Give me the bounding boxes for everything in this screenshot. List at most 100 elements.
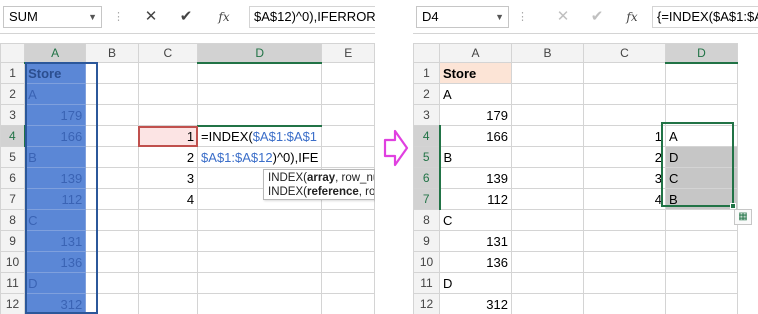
column-header-a[interactable]: A — [439, 43, 512, 63]
row-header[interactable]: 7 — [413, 188, 441, 210]
select-all-corner[interactable] — [413, 43, 440, 63]
cell-e12[interactable] — [321, 293, 375, 314]
cell-c9[interactable] — [583, 230, 666, 252]
tooltip-arg-2[interactable]: reference — [307, 186, 359, 198]
row-header[interactable]: 12 — [0, 293, 26, 314]
insert-function-icon[interactable]: fx — [622, 7, 642, 27]
row-header[interactable]: 8 — [413, 209, 440, 231]
cell-d5[interactable]: D — [665, 146, 738, 168]
cell-e8[interactable] — [321, 209, 375, 231]
cell-a10[interactable]: 136 — [439, 251, 512, 273]
cell-b3[interactable] — [85, 104, 139, 126]
row-header[interactable]: 2 — [413, 83, 440, 105]
cell-a2[interactable]: A — [439, 83, 512, 105]
cell-e10[interactable] — [321, 251, 375, 273]
cell-c11[interactable] — [583, 272, 666, 294]
cell-e2[interactable] — [321, 83, 375, 105]
cell-c12[interactable] — [137, 293, 199, 314]
name-box[interactable]: SUM ▼ — [3, 6, 102, 28]
cell-c4[interactable]: 1 — [583, 125, 666, 147]
cell-d4[interactable]: =INDEX($A$1:$A$1 — [197, 124, 323, 147]
cell-a12[interactable]: 312 — [439, 293, 512, 314]
cell-a6[interactable]: 139 — [24, 167, 87, 189]
cell-e5[interactable] — [321, 146, 375, 168]
column-header-b[interactable]: B — [85, 43, 139, 63]
cell-c3[interactable] — [137, 104, 199, 126]
cell-d12[interactable] — [665, 293, 738, 314]
cell-a1[interactable]: Store — [24, 62, 87, 84]
column-header-d[interactable]: D — [665, 43, 738, 64]
cell-d10[interactable] — [197, 251, 323, 273]
cell-c8[interactable] — [583, 209, 666, 231]
cell-d11[interactable] — [665, 272, 738, 294]
cell-d1[interactable] — [197, 62, 323, 84]
cell-edit-line-2[interactable]: $A$1:$A$12)^0),IFE — [201, 150, 318, 165]
cell-d4[interactable]: A — [665, 125, 738, 147]
cell-a4[interactable]: 166 — [439, 125, 512, 147]
cell-c7[interactable]: 4 — [583, 188, 666, 210]
cell-d8[interactable] — [197, 209, 323, 231]
cell-b6[interactable] — [85, 167, 139, 189]
row-header[interactable]: 11 — [0, 272, 26, 294]
row-header[interactable]: 12 — [413, 293, 440, 314]
enter-checkmark-icon[interactable]: ✔ — [587, 7, 607, 27]
cell-d3[interactable] — [665, 104, 738, 126]
cancel-icon[interactable]: ✕ — [141, 7, 161, 27]
cell-d5[interactable]: $A$1:$A$12)^0),IFE — [197, 146, 323, 168]
cell-b11[interactable] — [85, 272, 139, 294]
cell-a11[interactable]: D — [24, 272, 87, 294]
enter-checkmark-icon[interactable]: ✔ — [176, 7, 196, 27]
chevron-down-icon[interactable]: ▼ — [495, 7, 504, 27]
insert-function-icon[interactable]: fx — [214, 7, 234, 27]
row-header[interactable]: 9 — [0, 230, 26, 252]
cell-c1[interactable] — [583, 62, 666, 84]
cell-b4[interactable] — [511, 125, 584, 147]
cell-a3[interactable]: 179 — [439, 104, 512, 126]
row-header[interactable]: 10 — [413, 251, 440, 273]
cell-a9[interactable]: 131 — [439, 230, 512, 252]
cell-b10[interactable] — [85, 251, 139, 273]
cell-c10[interactable] — [137, 251, 199, 273]
cell-c5[interactable]: 2 — [137, 146, 199, 168]
cell-b7[interactable] — [85, 188, 139, 210]
row-header[interactable]: 8 — [0, 209, 26, 231]
cell-c7[interactable]: 4 — [137, 188, 199, 210]
cell-c2[interactable] — [583, 83, 666, 105]
cell-a4[interactable]: 166 — [24, 125, 87, 147]
row-header[interactable]: 5 — [413, 146, 441, 168]
cell-c8[interactable] — [137, 209, 199, 231]
cell-c5[interactable]: 2 — [583, 146, 666, 168]
column-header-b[interactable]: B — [511, 43, 584, 63]
cell-b7[interactable] — [511, 188, 584, 210]
cell-b9[interactable] — [85, 230, 139, 252]
cancel-icon[interactable]: ✕ — [553, 7, 573, 27]
chevron-down-icon[interactable]: ▼ — [88, 7, 97, 27]
cell-d6[interactable]: C — [665, 167, 738, 189]
row-header[interactable]: 7 — [0, 188, 26, 210]
cell-d9[interactable] — [197, 230, 323, 252]
cell-d1[interactable] — [665, 62, 738, 84]
worksheet-grid[interactable]: A B C D 1 Store 2 A 3 179 4 166 1 A 5 B 2 D 6 139 3 C 7 112… — [413, 43, 738, 314]
cell-a6[interactable]: 139 — [439, 167, 512, 189]
cell-b1[interactable] — [85, 62, 139, 84]
row-header[interactable]: 4 — [0, 125, 26, 147]
cell-a7[interactable]: 112 — [24, 188, 87, 210]
cell-b8[interactable] — [511, 209, 584, 231]
column-header-e[interactable]: E — [321, 43, 375, 63]
cell-b12[interactable] — [511, 293, 584, 314]
cell-b4[interactable] — [85, 125, 139, 147]
cell-c6[interactable]: 3 — [583, 167, 666, 189]
cell-b1[interactable] — [511, 62, 584, 84]
cell-b3[interactable] — [511, 104, 584, 126]
cell-c1[interactable] — [137, 62, 199, 84]
cell-e9[interactable] — [321, 230, 375, 252]
cell-a3[interactable]: 179 — [24, 104, 87, 126]
cell-a11[interactable]: D — [439, 272, 512, 294]
row-header[interactable]: 1 — [0, 62, 26, 84]
cell-c6[interactable]: 3 — [137, 167, 199, 189]
cell-d8[interactable] — [665, 209, 738, 231]
row-header[interactable]: 9 — [413, 230, 440, 252]
formula-input[interactable]: $A$12)^0),IFERROR(I — [249, 6, 375, 28]
quick-analysis-icon[interactable]: ▦ — [734, 209, 752, 225]
cell-d2[interactable] — [197, 83, 323, 105]
